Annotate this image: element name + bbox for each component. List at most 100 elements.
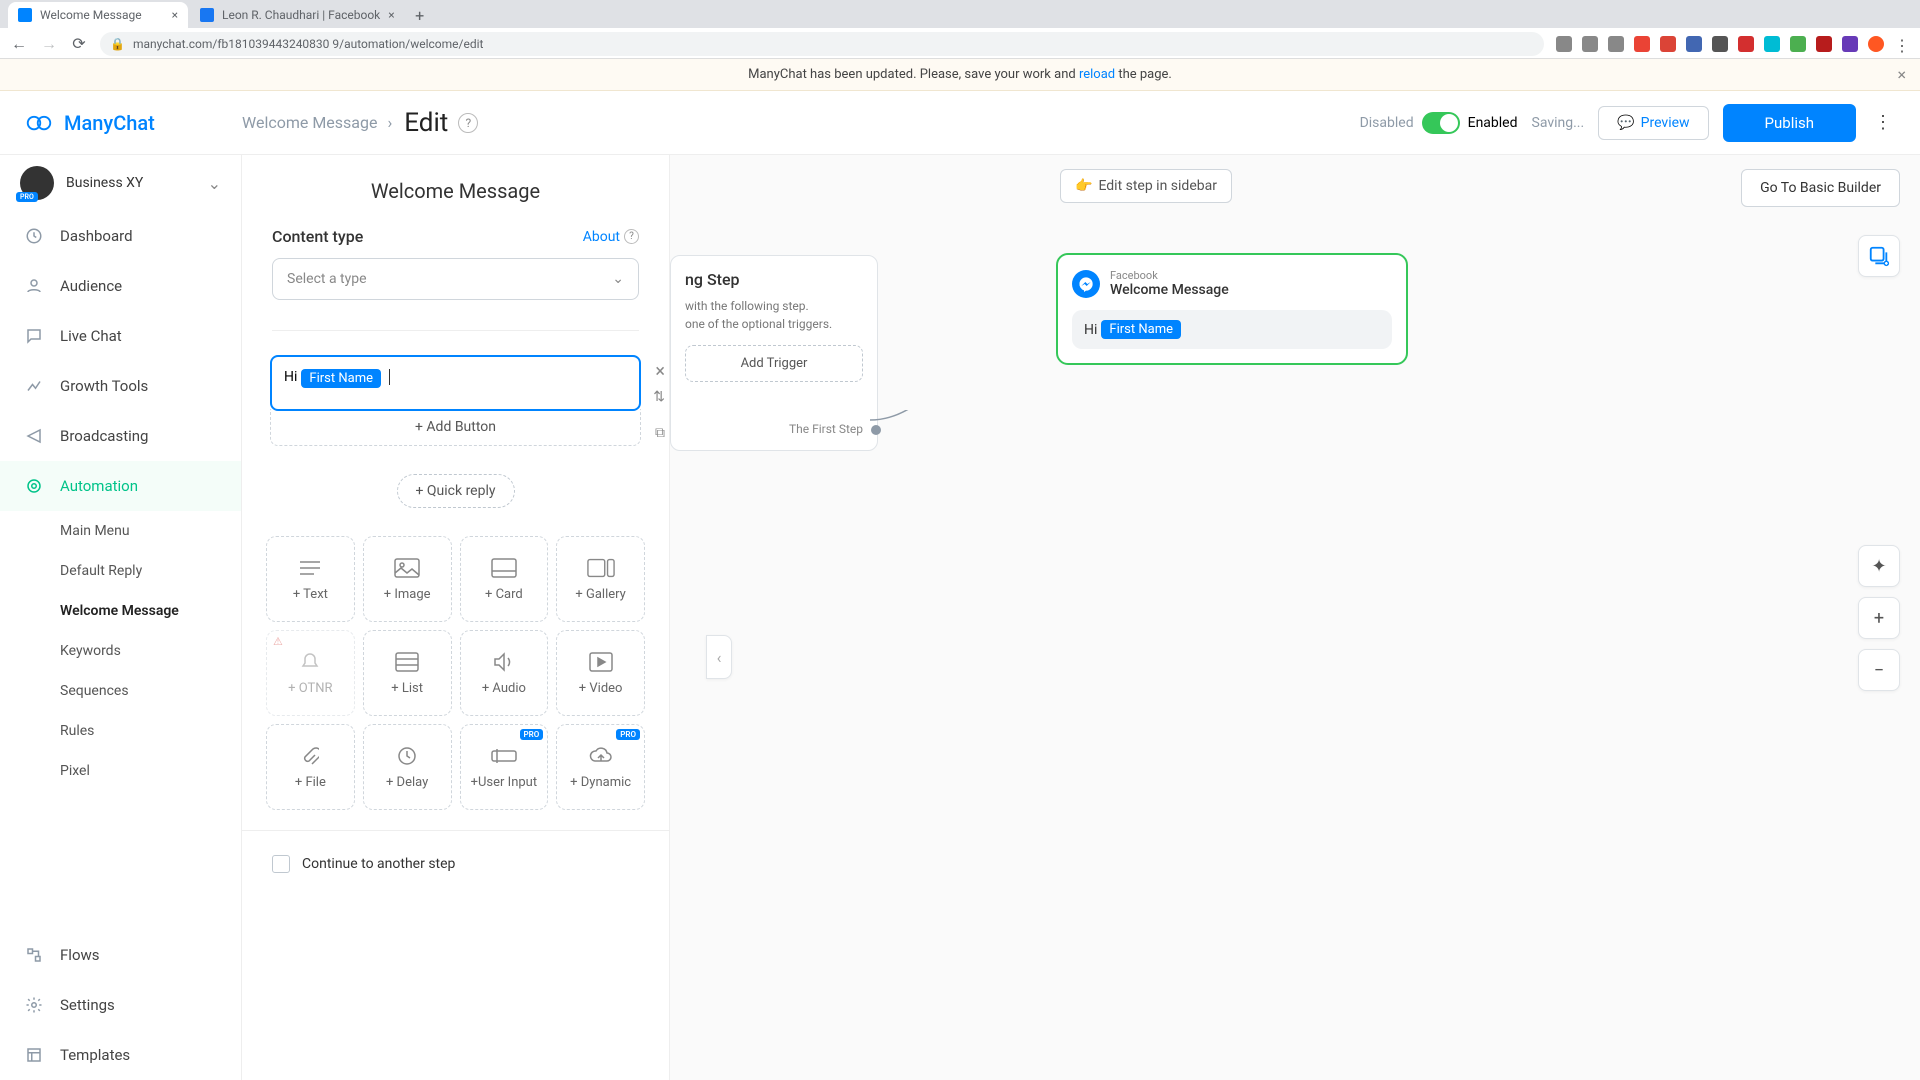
ext-icon[interactable] — [1686, 36, 1702, 52]
sidebar-item-settings[interactable]: Settings — [0, 980, 241, 1030]
add-button[interactable]: + Add Button — [270, 409, 641, 446]
url-input[interactable]: 🔒 manychat.com/fb181039443240830 9/autom… — [100, 32, 1544, 56]
subnav-rules[interactable]: Rules — [60, 711, 241, 751]
edit-sidebar-button[interactable]: 👉 Edit step in sidebar — [1060, 169, 1232, 203]
ext-icon[interactable] — [1608, 36, 1624, 52]
subnav-sequences[interactable]: Sequences — [60, 671, 241, 711]
auto-layout-button[interactable]: ✦ — [1858, 545, 1900, 587]
flow-canvas[interactable]: 👉 Edit step in sidebar Go To Basic Build… — [670, 155, 1920, 1080]
browser-tab[interactable]: Leon R. Chaudhari | Facebook × — [190, 2, 405, 28]
sidebar-item-broadcasting[interactable]: Broadcasting — [0, 411, 241, 461]
sidebar-item-growth[interactable]: Growth Tools — [0, 361, 241, 411]
sidebar-item-audience[interactable]: Audience — [0, 261, 241, 311]
text-icon — [296, 557, 324, 579]
tab-title: Welcome Message — [40, 8, 142, 22]
workspace-selector[interactable]: PRO Business XY ⌄ — [0, 155, 241, 211]
ext-icon[interactable] — [1634, 36, 1650, 52]
close-tab-icon[interactable]: × — [388, 8, 394, 22]
close-banner-icon[interactable]: × — [1897, 65, 1906, 84]
block-label: + Video — [579, 681, 623, 696]
ext-icon[interactable] — [1842, 36, 1858, 52]
breadcrumb-parent[interactable]: Welcome Message — [242, 113, 377, 132]
sidebar-item-templates[interactable]: Templates — [0, 1030, 241, 1080]
reload-icon[interactable]: ⟳ — [70, 35, 88, 53]
quick-reply-button[interactable]: + Quick reply — [397, 474, 515, 508]
preview-button[interactable]: 💬 Preview — [1598, 106, 1708, 140]
remove-block-icon[interactable]: × — [655, 361, 665, 382]
add-delay-block[interactable]: + Delay — [363, 724, 452, 810]
enable-toggle[interactable] — [1422, 112, 1460, 134]
tab-title: Leon R. Chaudhari | Facebook — [222, 8, 380, 22]
back-icon[interactable]: ← — [10, 35, 28, 53]
ext-icon[interactable] — [1764, 36, 1780, 52]
forward-icon[interactable]: → — [40, 35, 58, 53]
add-list-block[interactable]: + List — [363, 630, 452, 716]
browser-tab-active[interactable]: Welcome Message × — [8, 2, 188, 28]
message-input[interactable]: Hi First Name — [270, 355, 641, 411]
message-preview-node[interactable]: Facebook Welcome Message Hi First Name — [1056, 253, 1408, 365]
add-dynamic-block[interactable]: PRO + Dynamic — [556, 724, 645, 810]
connection-dot[interactable] — [871, 425, 881, 435]
gallery-icon — [587, 557, 615, 579]
ext-icon[interactable] — [1738, 36, 1754, 52]
add-text-block[interactable]: + Text — [266, 536, 355, 622]
subnav-default-reply[interactable]: Default Reply — [60, 551, 241, 591]
address-bar: ← → ⟳ 🔒 manychat.com/fb181039443240830 9… — [0, 28, 1920, 59]
collapse-panel-handle[interactable]: ‹ — [706, 635, 732, 679]
continue-checkbox[interactable] — [272, 855, 290, 873]
chat-icon: 💬 — [1617, 115, 1634, 131]
banner-text: ManyChat has been updated. Please, save … — [748, 67, 1172, 82]
ext-icon[interactable] — [1660, 36, 1676, 52]
zoom-out-button[interactable]: − — [1858, 649, 1900, 691]
reload-link[interactable]: reload — [1079, 67, 1115, 82]
add-image-block[interactable]: + Image — [363, 536, 452, 622]
breadcrumb: Welcome Message › Edit ? — [242, 108, 478, 138]
help-icon[interactable]: ? — [458, 113, 478, 133]
duplicate-icon[interactable]: ⧉ — [655, 425, 665, 441]
nav-label: Dashboard — [60, 227, 133, 245]
sidebar-item-dashboard[interactable]: Dashboard — [0, 211, 241, 261]
manychat-logo-icon — [24, 108, 54, 138]
extension-icons: ⋮ — [1556, 36, 1910, 52]
go-basic-button[interactable]: Go To Basic Builder — [1741, 169, 1900, 207]
warning-icon: ⚠ — [273, 635, 283, 648]
avatar-icon[interactable] — [1868, 36, 1884, 52]
ext-icon[interactable] — [1790, 36, 1806, 52]
add-audio-block[interactable]: + Audio — [460, 630, 549, 716]
add-file-block[interactable]: + File — [266, 724, 355, 810]
zoom-in-button[interactable]: + — [1858, 597, 1900, 639]
audio-icon — [490, 651, 518, 673]
bell-icon — [296, 651, 324, 673]
more-menu-icon[interactable]: ⋮ — [1870, 112, 1896, 133]
subnav-pixel[interactable]: Pixel — [60, 751, 241, 791]
sidebar-item-automation[interactable]: Automation — [0, 461, 241, 511]
subnav-main-menu[interactable]: Main Menu — [60, 511, 241, 551]
add-card-block[interactable]: + Card — [460, 536, 549, 622]
new-tab-button[interactable]: + — [407, 2, 433, 28]
ext-icon[interactable] — [1582, 36, 1598, 52]
subnav-welcome-message[interactable]: Welcome Message — [60, 591, 241, 631]
close-tab-icon[interactable]: × — [172, 8, 178, 22]
ext-icon[interactable] — [1816, 36, 1832, 52]
sidebar-item-livechat[interactable]: Live Chat — [0, 311, 241, 361]
about-link[interactable]: About ? — [583, 229, 639, 245]
list-icon — [393, 651, 421, 673]
publish-button[interactable]: Publish — [1723, 104, 1856, 142]
variable-chip[interactable]: First Name — [301, 369, 381, 388]
menu-icon[interactable]: ⋮ — [1894, 36, 1910, 52]
sidebar-item-flows[interactable]: Flows — [0, 930, 241, 980]
ext-icon[interactable] — [1556, 36, 1572, 52]
add-user-input-block[interactable]: PRO +User Input — [460, 724, 549, 810]
subnav-keywords[interactable]: Keywords — [60, 631, 241, 671]
logo[interactable]: ManyChat — [24, 108, 242, 138]
add-trigger-button[interactable]: Add Trigger — [685, 345, 863, 382]
banner-text-before: ManyChat has been updated. Please, save … — [748, 67, 1079, 82]
ext-icon[interactable] — [1712, 36, 1728, 52]
breadcrumb-current: Edit — [404, 108, 448, 138]
reorder-icon[interactable]: ⇅ — [653, 389, 665, 405]
content-type-select[interactable]: Select a type ⌄ — [272, 258, 639, 300]
add-gallery-block[interactable]: + Gallery — [556, 536, 645, 622]
add-video-block[interactable]: + Video — [556, 630, 645, 716]
starting-step-node[interactable]: ng Step with the following step. one of … — [670, 255, 878, 451]
add-node-button[interactable] — [1858, 235, 1900, 277]
